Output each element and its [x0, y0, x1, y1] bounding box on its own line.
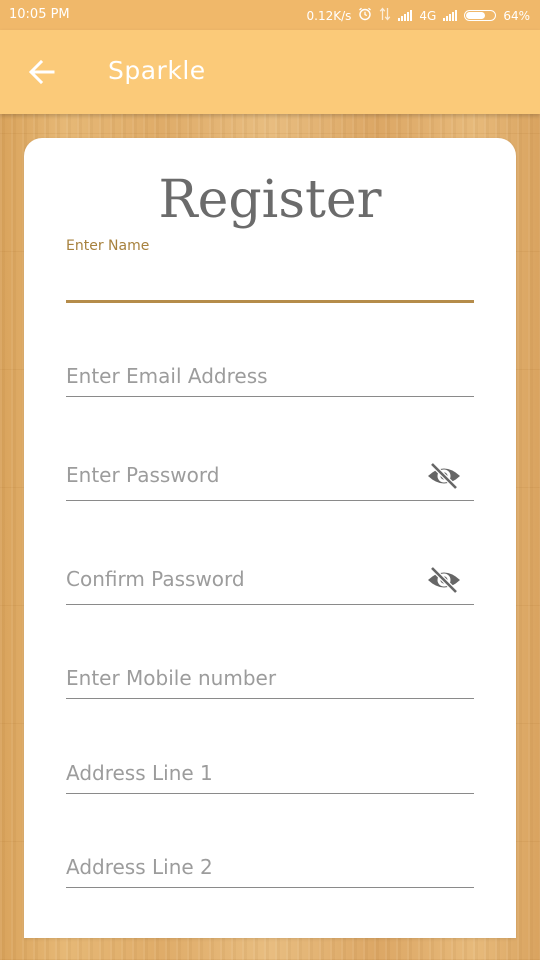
- address-line-2-field[interactable]: Address Line 2: [66, 849, 474, 888]
- address-line-1-field-underline: [66, 793, 474, 794]
- app-title: Sparkle: [108, 56, 206, 85]
- email-field-underline: [66, 396, 474, 397]
- confirm-password-field[interactable]: Confirm Password: [66, 560, 474, 605]
- battery-level: 64%: [503, 8, 530, 23]
- status-time: 10:05 PM: [9, 7, 70, 22]
- register-card: Register Enter Name Enter Email Address …: [24, 138, 516, 938]
- app-screen: 10:05 PM 0.12K/s 4G 64% Sparkle Register…: [0, 0, 540, 960]
- confirm-password-field-underline: [66, 604, 474, 605]
- status-bar: 10:05 PM 0.12K/s 4G 64%: [0, 0, 540, 30]
- address-line-1-field-label: Address Line 1: [66, 761, 213, 785]
- mobile-field-label: Enter Mobile number: [66, 666, 277, 690]
- app-bar: Sparkle: [0, 30, 540, 114]
- confirm-password-field-label: Confirm Password: [66, 567, 245, 591]
- password-field-underline: [66, 500, 474, 501]
- password-field[interactable]: Enter Password: [66, 456, 474, 501]
- network-speed: 0.12K/s: [306, 8, 352, 23]
- register-title: Register: [158, 170, 382, 230]
- signal-icon: [443, 10, 458, 21]
- signal-icon: [398, 10, 413, 21]
- email-field-label: Enter Email Address: [66, 364, 268, 388]
- data-arrows-icon: [379, 7, 391, 24]
- network-type: 4G: [419, 8, 437, 23]
- back-button[interactable]: [26, 56, 58, 88]
- name-field-label: Enter Name: [66, 238, 150, 254]
- eye-off-icon[interactable]: [426, 565, 462, 595]
- alarm-icon: [358, 7, 372, 24]
- address-line-2-field-label: Address Line 2: [66, 855, 213, 879]
- battery-icon: [464, 10, 497, 21]
- arrow-left-icon: [28, 59, 55, 85]
- address-line-1-field[interactable]: Address Line 1: [66, 755, 474, 794]
- mobile-field-underline: [66, 698, 474, 699]
- mobile-field[interactable]: Enter Mobile number: [66, 660, 474, 699]
- status-icons: 0.12K/s 4G 64%: [306, 7, 530, 24]
- name-field[interactable]: Enter Name: [66, 238, 474, 303]
- address-line-2-field-underline: [66, 887, 474, 888]
- eye-off-icon[interactable]: [426, 461, 462, 491]
- email-field[interactable]: Enter Email Address: [66, 358, 474, 397]
- password-field-label: Enter Password: [66, 463, 220, 487]
- name-field-underline: [66, 300, 474, 303]
